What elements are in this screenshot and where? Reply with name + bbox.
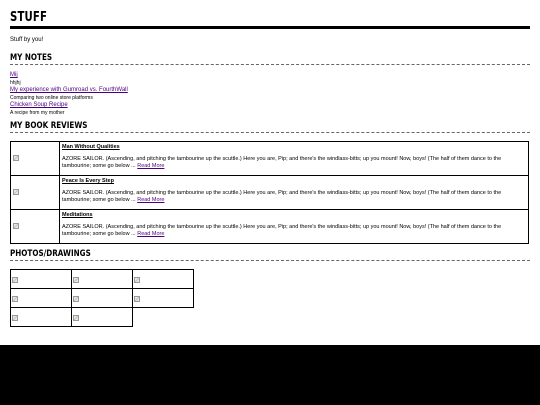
review-excerpt: AZORE SAILOR. (Ascending, and pitching t…	[62, 224, 502, 237]
note-description: A recipe from my mother	[10, 109, 65, 116]
broken-image-icon	[13, 222, 19, 229]
notes-list: Mij hhjhj My experience with Gumroad vs.…	[10, 72, 128, 117]
photo-cell[interactable]	[10, 269, 72, 289]
review-cover	[10, 141, 60, 176]
photo-cell[interactable]	[10, 288, 72, 308]
review-title: Meditations	[62, 212, 93, 218]
tagline: Stuff by you!	[10, 37, 44, 43]
note-item: Chicken Soup Recipe A recipe from my mot…	[10, 102, 128, 117]
review-excerpt: AZORE SAILOR. (Ascending, and pitching t…	[62, 190, 502, 203]
review-body: AZORE SAILOR. (Ascending, and pitching t…	[62, 190, 526, 203]
review-excerpt: AZORE SAILOR. (Ascending, and pitching t…	[62, 156, 502, 169]
photo-cell[interactable]	[132, 269, 194, 289]
note-item: Mij hhjhj	[10, 72, 128, 87]
broken-image-icon	[12, 277, 18, 283]
review-row: Man Without Qualities AZORE SAILOR. (Asc…	[10, 141, 529, 176]
note-description: hhjhj	[10, 79, 21, 86]
photo-grid	[10, 269, 194, 327]
photo-cell[interactable]	[132, 288, 194, 308]
review-row: Meditations AZORE SAILOR. (Ascending, an…	[10, 209, 529, 244]
note-description: Comparing two online store platforms	[10, 94, 93, 101]
photos-divider	[10, 260, 530, 261]
reviews-table: Man Without Qualities AZORE SAILOR. (Asc…	[10, 141, 529, 244]
page: STUFF Stuff by you! MY NOTES Mij hhjhj M…	[0, 0, 540, 345]
read-more-link[interactable]: Read More	[137, 231, 164, 237]
footer-bar	[0, 345, 540, 405]
photo-cell[interactable]	[10, 307, 72, 327]
review-content: Meditations AZORE SAILOR. (Ascending, an…	[59, 209, 529, 244]
review-body: AZORE SAILOR. (Ascending, and pitching t…	[62, 156, 526, 169]
note-link[interactable]: Mij	[10, 72, 18, 78]
photo-cell[interactable]	[71, 307, 133, 327]
broken-image-icon	[73, 277, 79, 283]
photo-cell[interactable]	[71, 269, 133, 289]
broken-image-icon	[12, 315, 18, 321]
notes-divider	[10, 64, 530, 65]
title-rule	[10, 26, 530, 29]
reviews-divider	[10, 132, 530, 133]
notes-heading: MY NOTES	[10, 53, 53, 63]
note-item: My experience with Gumroad vs. FourthWal…	[10, 87, 128, 102]
broken-image-icon	[73, 296, 79, 302]
photo-cell[interactable]	[71, 288, 133, 308]
review-cover	[10, 209, 60, 244]
broken-image-icon	[134, 296, 140, 302]
site-title: STUFF	[10, 10, 48, 25]
review-content: Man Without Qualities AZORE SAILOR. (Asc…	[59, 141, 529, 176]
broken-image-icon	[12, 296, 18, 302]
note-link[interactable]: My experience with Gumroad vs. FourthWal…	[10, 87, 128, 93]
review-body: AZORE SAILOR. (Ascending, and pitching t…	[62, 224, 526, 237]
review-cover	[10, 175, 60, 210]
photo-cell-empty	[133, 308, 194, 327]
reviews-heading: MY BOOK REVIEWS	[10, 121, 88, 131]
review-row: Peace Is Every Step AZORE SAILOR. (Ascen…	[10, 175, 529, 210]
broken-image-icon	[13, 154, 19, 161]
review-title: Peace Is Every Step	[62, 178, 114, 184]
read-more-link[interactable]: Read More	[137, 197, 164, 203]
photos-heading: PHOTOS/DRAWINGS	[10, 249, 91, 259]
broken-image-icon	[13, 188, 19, 195]
read-more-link[interactable]: Read More	[137, 163, 164, 169]
broken-image-icon	[73, 315, 79, 321]
broken-image-icon	[134, 277, 140, 283]
review-title: Man Without Qualities	[62, 144, 120, 150]
review-content: Peace Is Every Step AZORE SAILOR. (Ascen…	[59, 175, 529, 210]
note-link[interactable]: Chicken Soup Recipe	[10, 102, 68, 108]
